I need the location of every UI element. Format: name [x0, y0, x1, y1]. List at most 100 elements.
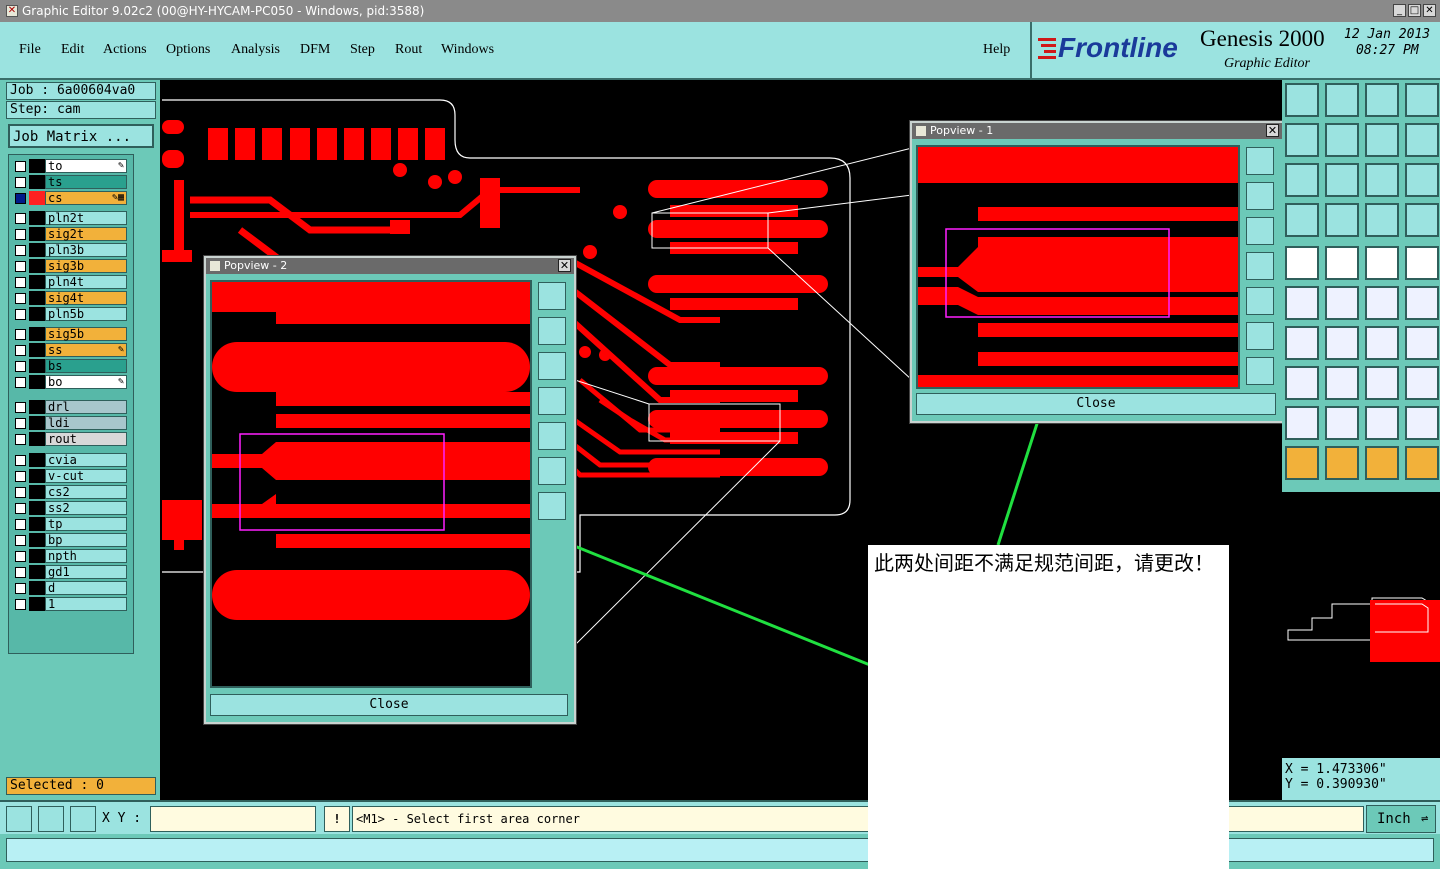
popview-pan-left-icon[interactable] [1246, 252, 1274, 280]
layer-checkbox[interactable] [15, 213, 26, 224]
maximize-button[interactable]: □ [1408, 4, 1421, 17]
popview-center-icon[interactable] [538, 492, 566, 520]
center-icon[interactable] [70, 806, 96, 832]
layer-row[interactable]: to ✎ [9, 159, 129, 173]
triangle-up-icon[interactable] [1365, 406, 1399, 440]
zoom-back-icon[interactable] [1365, 123, 1399, 157]
popview-zoom-icon[interactable] [1246, 147, 1274, 175]
job-matrix-button[interactable]: Job Matrix ... [8, 124, 154, 148]
layer-name[interactable]: bs [45, 359, 127, 373]
layer-row[interactable]: ss ✎ [9, 343, 129, 357]
close-window-button[interactable]: ✕ [1423, 4, 1436, 17]
popview-1-close-button[interactable]: Close [916, 393, 1276, 415]
layer-checkbox[interactable] [15, 535, 26, 546]
node-icon[interactable] [1365, 286, 1399, 320]
menu-options[interactable]: Options [166, 42, 210, 58]
menu-step[interactable]: Step [350, 42, 375, 58]
add-line-icon[interactable] [1325, 246, 1359, 280]
move-down-icon[interactable] [1325, 83, 1359, 117]
menu-dfm[interactable]: DFM [300, 42, 330, 58]
layer-checkbox[interactable] [15, 245, 26, 256]
resize-icon[interactable] [1365, 366, 1399, 400]
menu-edit[interactable]: Edit [61, 42, 84, 58]
layer-row[interactable]: rout [9, 432, 129, 446]
layer-name[interactable]: bo ✎ [45, 375, 127, 389]
popview-fit-icon[interactable] [538, 457, 566, 485]
select-icon[interactable] [1285, 446, 1319, 480]
layer-name[interactable]: ts [45, 175, 127, 189]
layer-row[interactable]: sig3b [9, 259, 129, 273]
popview-pan-down-icon[interactable] [1246, 217, 1274, 245]
layer-row[interactable]: sig2t [9, 227, 129, 241]
snap-icon[interactable] [1285, 203, 1319, 237]
layer-row[interactable]: bs [9, 359, 129, 373]
connect-icon[interactable] [1285, 286, 1319, 320]
layer-name[interactable]: gd1 [45, 565, 127, 579]
measure-icon[interactable] [1365, 203, 1399, 237]
layer-row[interactable]: cvia [9, 453, 129, 467]
menu-file[interactable]: File [19, 42, 41, 58]
add-circle-icon[interactable] [1405, 246, 1439, 280]
popview-center-icon[interactable] [1246, 357, 1274, 385]
select-circle-icon[interactable] [1365, 446, 1399, 480]
layer-checkbox[interactable] [15, 567, 26, 578]
layer-checkbox[interactable] [15, 503, 26, 514]
layer-row[interactable]: ss2 [9, 501, 129, 515]
layer-checkbox[interactable] [15, 177, 26, 188]
group-icon[interactable] [1405, 366, 1439, 400]
layer-checkbox[interactable] [15, 583, 26, 594]
menu-rout[interactable]: Rout [395, 42, 422, 58]
popview-fit-icon[interactable] [1246, 322, 1274, 350]
layer-checkbox[interactable] [15, 261, 26, 272]
layer-row[interactable]: pln2t [9, 211, 129, 225]
grid-snap-icon[interactable] [38, 806, 64, 832]
layer-checkbox[interactable] [15, 471, 26, 482]
pan-left-icon[interactable] [1285, 123, 1319, 157]
layer-name[interactable]: v-cut [45, 469, 127, 483]
triangle-alt-icon[interactable] [1405, 406, 1439, 440]
line-horizontal-icon[interactable] [1325, 366, 1359, 400]
popview-2-close-icon[interactable]: ✕ [558, 259, 571, 272]
help-icon[interactable] [1405, 163, 1439, 197]
zoom-center-icon[interactable] [1325, 163, 1359, 197]
layer-name[interactable]: sig5b [45, 327, 127, 341]
layer-name[interactable]: 1 [45, 597, 127, 611]
layer-checkbox[interactable] [15, 277, 26, 288]
popview-2-close-button[interactable]: Close [210, 694, 568, 716]
layer-row[interactable]: drl [9, 400, 129, 414]
layer-checkbox[interactable] [15, 193, 26, 204]
delete-icon[interactable] [1325, 286, 1359, 320]
split-icon[interactable] [1405, 326, 1439, 360]
layer-checkbox[interactable] [15, 402, 26, 413]
menu-windows[interactable]: Windows [441, 42, 494, 58]
alert-icon[interactable]: ! [324, 806, 350, 832]
layer-row[interactable]: sig4t [9, 291, 129, 305]
layer-name[interactable]: npth [45, 549, 127, 563]
layer-row[interactable]: ts [9, 175, 129, 189]
polygon-icon[interactable] [1285, 406, 1319, 440]
layer-row[interactable]: tp [9, 517, 129, 531]
layer-row[interactable]: cs2 [9, 485, 129, 499]
popview-pan-right-icon[interactable] [1246, 287, 1274, 315]
popview-pan-down-icon[interactable] [538, 352, 566, 380]
move-up-icon[interactable] [1285, 83, 1319, 117]
layer-row[interactable]: v-cut [9, 469, 129, 483]
zoom-fit-icon[interactable] [1285, 163, 1319, 197]
layer-row[interactable]: gd1 [9, 565, 129, 579]
shape-icon[interactable] [1285, 366, 1319, 400]
layer-name[interactable]: ss ✎ [45, 343, 127, 357]
add-pad-icon[interactable] [1285, 246, 1319, 280]
minimap[interactable] [1282, 490, 1440, 760]
layer-checkbox[interactable] [15, 293, 26, 304]
layer-name[interactable]: sig4t [45, 291, 127, 305]
popview-pan-right-icon[interactable] [538, 422, 566, 450]
select-route-icon[interactable] [1405, 446, 1439, 480]
layer-name[interactable]: ldi [45, 416, 127, 430]
grid-icon[interactable] [1325, 203, 1359, 237]
popview-zoom-icon[interactable] [538, 282, 566, 310]
layer-name[interactable]: rout [45, 432, 127, 446]
layer-checkbox[interactable] [15, 361, 26, 372]
layer-row[interactable]: pln5b [9, 307, 129, 321]
layer-row[interactable]: npth [9, 549, 129, 563]
layer-row[interactable]: ldi [9, 416, 129, 430]
